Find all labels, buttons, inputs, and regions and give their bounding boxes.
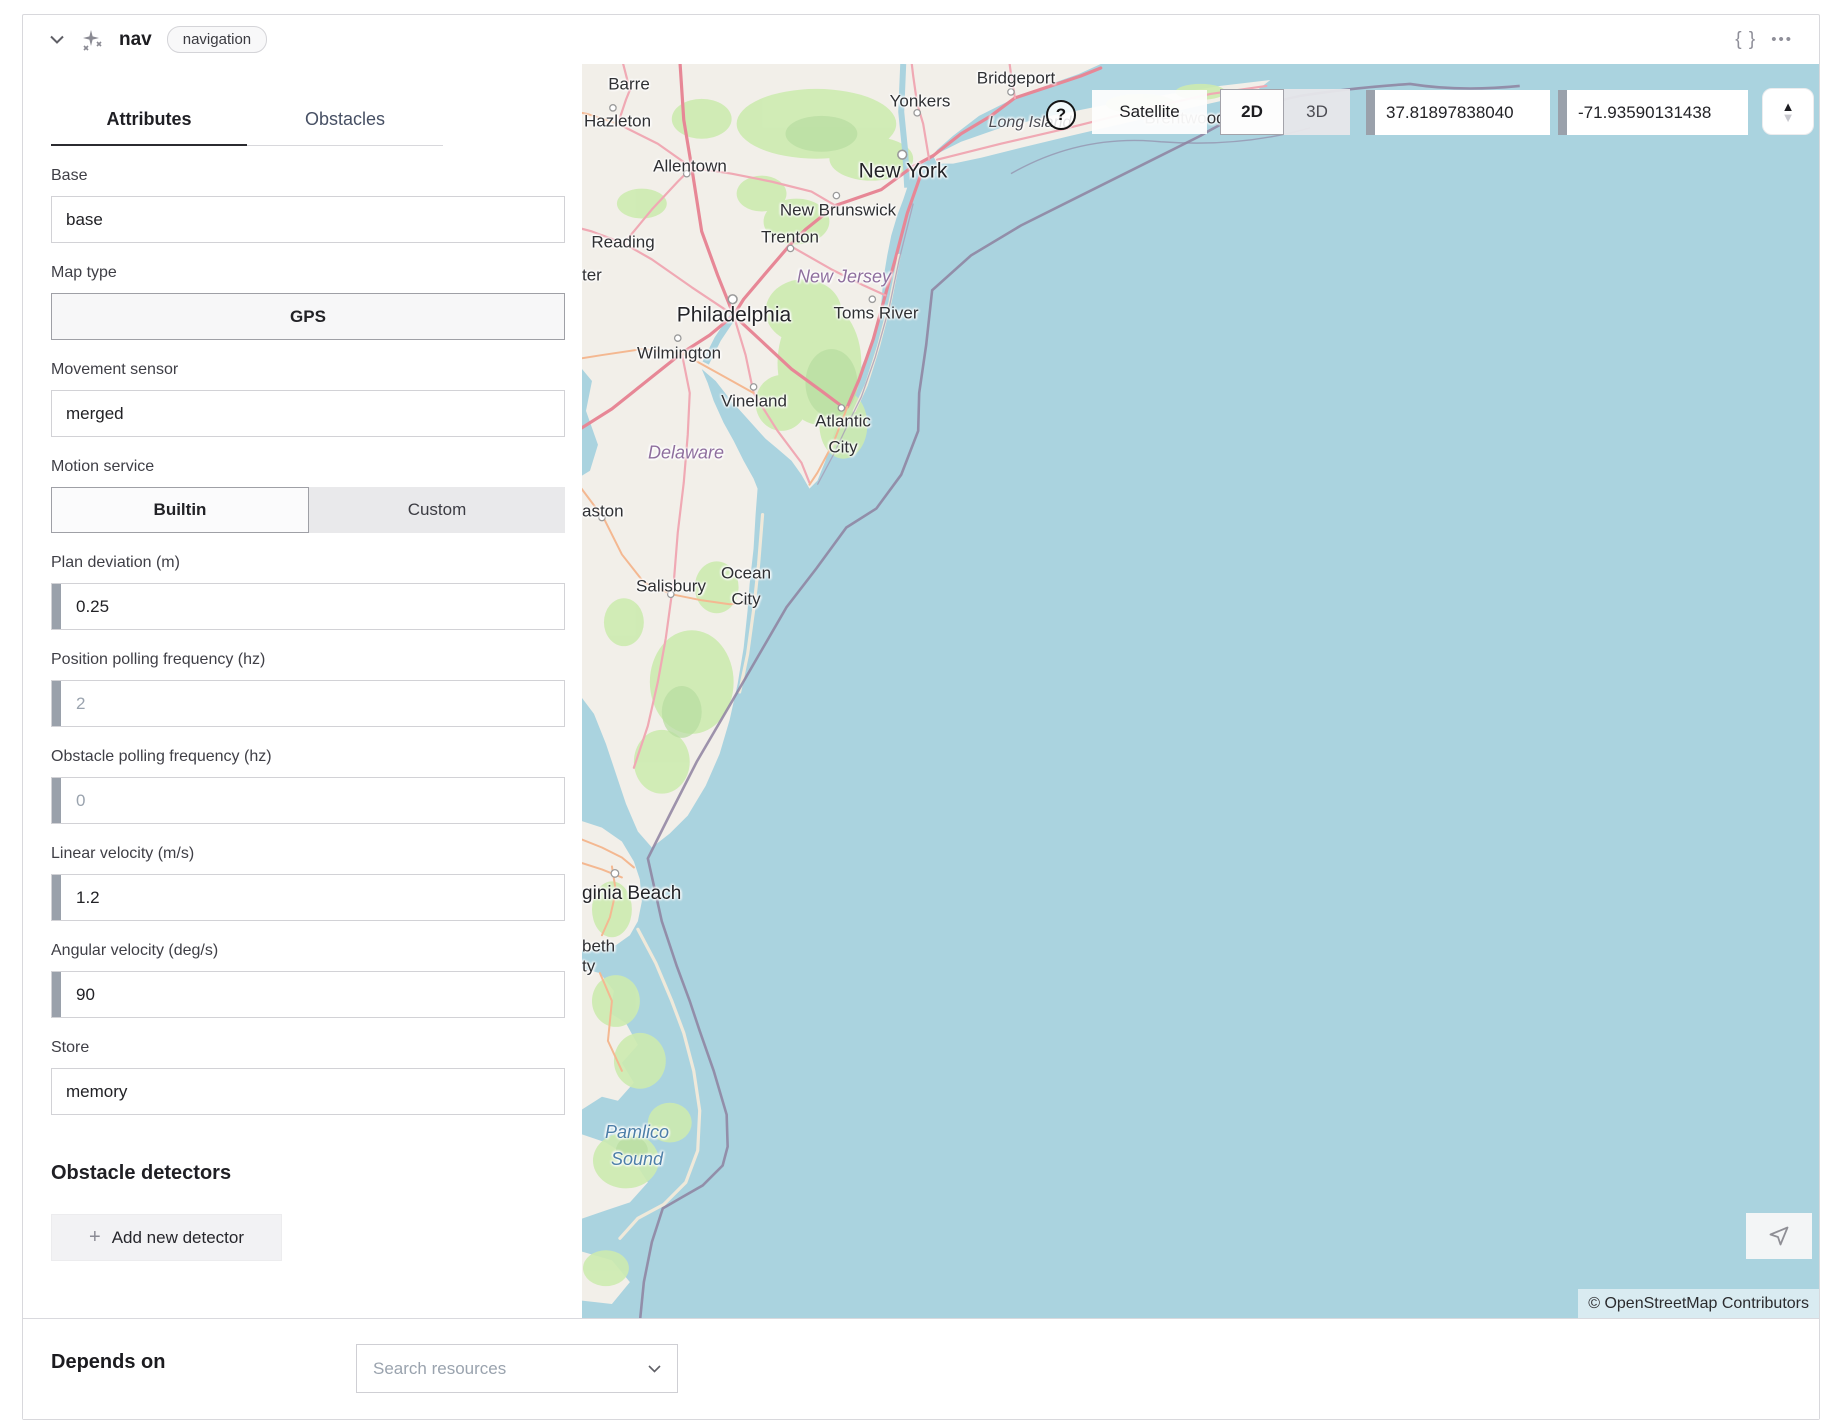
number-input-bar bbox=[1366, 90, 1375, 135]
obstacle-polling-label: Obstacle polling frequency (hz) bbox=[51, 748, 565, 766]
movement-sensor-field bbox=[51, 390, 565, 437]
store-label: Store bbox=[51, 1039, 565, 1057]
linear-velocity-input[interactable] bbox=[52, 875, 564, 920]
card-title: nav bbox=[119, 29, 152, 51]
motion-service-segmented: Builtin Custom bbox=[51, 487, 565, 533]
base-label: Base bbox=[51, 167, 565, 185]
coordinate-stepper[interactable]: ▲ ▼ bbox=[1762, 88, 1814, 135]
base-field bbox=[51, 196, 565, 243]
tab-attributes[interactable]: Attributes bbox=[51, 109, 247, 146]
plus-icon: + bbox=[89, 1226, 101, 1249]
position-polling-label: Position polling frequency (hz) bbox=[51, 651, 565, 669]
navigate-arrow-icon bbox=[1767, 1224, 1791, 1248]
number-input-bar bbox=[52, 875, 61, 920]
movement-sensor-label: Movement sensor bbox=[51, 361, 565, 379]
add-detector-button[interactable]: + Add new detector bbox=[51, 1214, 282, 1261]
map-help-button[interactable]: ? bbox=[1046, 100, 1076, 130]
latitude-field bbox=[1366, 90, 1550, 135]
card-footer: Depends on Search resources bbox=[23, 1318, 1819, 1419]
position-polling-field bbox=[51, 680, 565, 727]
recenter-button[interactable] bbox=[1746, 1213, 1812, 1259]
view-3d-button[interactable]: 3D bbox=[1284, 89, 1350, 135]
map-type-gps-button[interactable]: GPS bbox=[51, 293, 565, 340]
obstacle-polling-field bbox=[51, 777, 565, 824]
map-attribution: © OpenStreetMap Contributors bbox=[1578, 1289, 1819, 1319]
service-type-badge: navigation bbox=[167, 26, 267, 53]
movement-sensor-input[interactable] bbox=[52, 391, 564, 436]
config-panel: Attributes Obstacles Base Map type GPS M… bbox=[23, 64, 582, 1319]
angular-velocity-label: Angular velocity (deg/s) bbox=[51, 942, 565, 960]
depends-on-label: Depends on bbox=[51, 1351, 165, 1374]
stepper-down-icon[interactable]: ▼ bbox=[1782, 112, 1795, 123]
json-mode-icon[interactable]: { } bbox=[1735, 29, 1756, 51]
satellite-toggle-button[interactable]: Satellite bbox=[1092, 90, 1207, 134]
motion-service-builtin-option[interactable]: Builtin bbox=[51, 487, 309, 533]
number-input-bar bbox=[52, 681, 61, 726]
store-field bbox=[51, 1068, 565, 1115]
add-detector-label: Add new detector bbox=[112, 1228, 244, 1248]
number-input-bar bbox=[52, 584, 61, 629]
tab-bar: Attributes Obstacles bbox=[51, 109, 565, 146]
latitude-input[interactable] bbox=[1366, 90, 1550, 135]
view-2d-button[interactable]: 2D bbox=[1220, 89, 1284, 135]
map-type-label: Map type bbox=[51, 264, 565, 282]
angular-velocity-field bbox=[51, 971, 565, 1018]
position-polling-input[interactable] bbox=[52, 681, 564, 726]
chevron-down-icon bbox=[648, 1360, 661, 1378]
motion-service-label: Motion service bbox=[51, 458, 565, 476]
linear-velocity-field bbox=[51, 874, 565, 921]
number-input-bar bbox=[52, 972, 61, 1017]
motion-service-custom-option[interactable]: Custom bbox=[309, 487, 565, 533]
map-canvas bbox=[582, 64, 1819, 1319]
plan-deviation-input[interactable] bbox=[52, 584, 564, 629]
overflow-menu-icon[interactable]: ••• bbox=[1771, 31, 1793, 48]
card-header: nav navigation { } ••• bbox=[23, 15, 1819, 64]
obstacle-polling-input[interactable] bbox=[52, 778, 564, 823]
obstacle-detectors-heading: Obstacle detectors bbox=[51, 1162, 565, 1185]
linear-velocity-label: Linear velocity (m/s) bbox=[51, 845, 565, 863]
search-resources-placeholder: Search resources bbox=[373, 1359, 648, 1379]
longitude-field bbox=[1558, 90, 1748, 135]
depends-on-select[interactable]: Search resources bbox=[356, 1344, 678, 1393]
number-input-bar bbox=[52, 778, 61, 823]
plan-deviation-label: Plan deviation (m) bbox=[51, 554, 565, 572]
base-input[interactable] bbox=[52, 197, 564, 242]
collapse-chevron-icon[interactable] bbox=[49, 32, 65, 48]
navigation-map[interactable]: BarreHazletonAllentownYonkersBridgeportN… bbox=[582, 64, 1819, 1319]
navigation-service-icon bbox=[80, 28, 104, 52]
number-input-bar bbox=[1558, 90, 1567, 135]
tab-obstacles[interactable]: Obstacles bbox=[247, 109, 443, 146]
nav-service-card: nav navigation { } ••• Attributes Obstac… bbox=[22, 14, 1820, 1420]
angular-velocity-input[interactable] bbox=[52, 972, 564, 1017]
longitude-input[interactable] bbox=[1558, 90, 1748, 135]
store-input[interactable] bbox=[52, 1069, 564, 1114]
plan-deviation-field bbox=[51, 583, 565, 630]
